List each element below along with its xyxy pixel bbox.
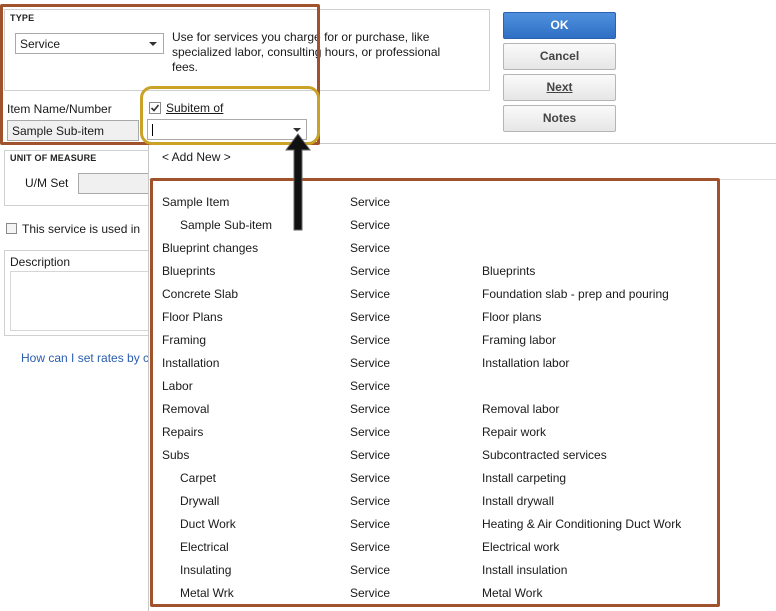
notes-button[interactable]: Notes [503, 105, 616, 132]
add-new-item[interactable]: < Add New > [162, 150, 231, 164]
ok-button[interactable]: OK [503, 12, 616, 39]
notes-button-label: Notes [542, 111, 577, 125]
description-label: Description [10, 255, 71, 269]
assemblies-label: This service is used in [22, 222, 141, 236]
help-link[interactable]: How can I set rates by c [21, 351, 149, 365]
uom-set-label: U/M Set [25, 176, 69, 190]
assemblies-checkbox[interactable] [6, 223, 17, 234]
uom-heading: UNIT OF MEASURE [10, 153, 97, 163]
next-button-label: Next [546, 80, 573, 94]
uom-set-field[interactable] [78, 173, 153, 194]
description-textarea[interactable] [10, 271, 153, 331]
arrow-up-icon [285, 133, 311, 231]
highlight-box-list [150, 178, 720, 607]
next-button[interactable]: Next [503, 74, 616, 101]
cancel-button[interactable]: Cancel [503, 43, 616, 70]
